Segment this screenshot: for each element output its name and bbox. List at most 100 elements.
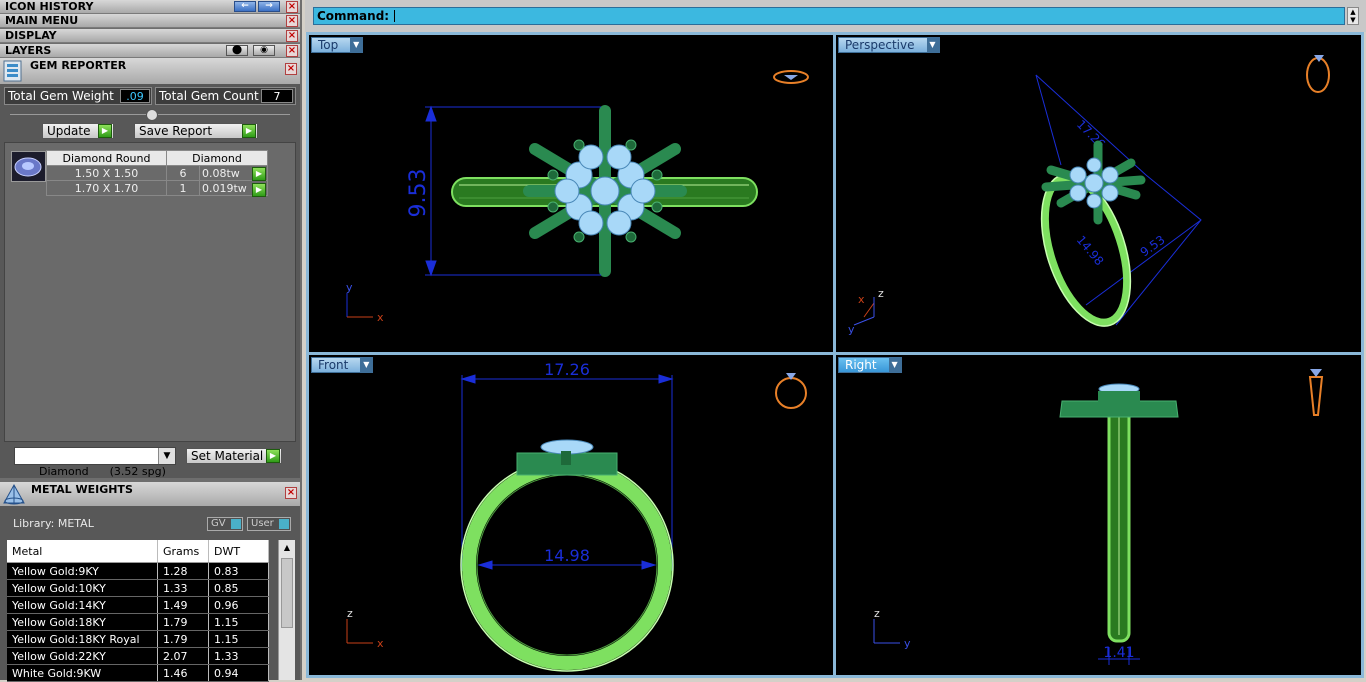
command-scroll-icon[interactable]: ▲ ▼ xyxy=(1347,7,1359,25)
metal-name: Yellow Gold:10KY xyxy=(7,579,158,597)
layer-visibility-icon[interactable]: ⬤ xyxy=(226,45,248,56)
main-menu-title: MAIN MENU xyxy=(5,14,79,27)
chevron-up-icon[interactable]: ▲ xyxy=(281,542,293,554)
metal-weights-titlebar: METAL WEIGHTS × xyxy=(0,482,300,506)
total-weight-value: .09 xyxy=(120,89,150,103)
metal-dwt: 1.15 xyxy=(208,630,269,648)
axis-z-label: z xyxy=(874,607,880,620)
display-title: DISPLAY xyxy=(5,29,57,42)
gem-size: 1.70 X 1.70 xyxy=(46,180,167,196)
table-row[interactable]: Yellow Gold:18KY Royal 1.79 1.15 xyxy=(7,630,269,648)
close-icon[interactable]: × xyxy=(286,1,298,13)
close-icon[interactable]: × xyxy=(286,45,298,57)
metal-name: Yellow Gold:9KY xyxy=(7,562,158,580)
axis-z-label: z xyxy=(347,607,353,620)
metal-grams: 2.07 xyxy=(157,647,209,665)
table-row[interactable]: Yellow Gold:22KY 2.07 1.33 xyxy=(7,647,269,665)
history-forward-icon[interactable]: → xyxy=(258,1,280,12)
metal-grams: 1.28 xyxy=(157,562,209,580)
close-icon[interactable]: × xyxy=(285,487,297,499)
icon-history-header[interactable]: ICON HISTORY ← → × xyxy=(0,0,300,14)
top-viewport[interactable]: Top ▼ 9.53 y x xyxy=(309,35,833,352)
table-row[interactable]: Yellow Gold:18KY 1.79 1.15 xyxy=(7,613,269,631)
set-material-label: Set Material xyxy=(191,449,264,463)
front-viewport[interactable]: Front ▼ 17.26 14.98 z x xyxy=(309,355,833,675)
eye-icon[interactable]: ◉ xyxy=(253,45,275,56)
metal-grams: 1.49 xyxy=(157,596,209,614)
view-cube-ring-icon xyxy=(1308,369,1324,416)
perspective-view-drawing: 17.26 14.98 9.53 x z y xyxy=(848,55,1330,336)
command-bar: Command: ▲ ▼ xyxy=(305,0,1366,32)
update-label: Update xyxy=(47,124,91,138)
close-icon[interactable]: × xyxy=(286,30,298,42)
toggle-indicator-icon xyxy=(231,519,241,529)
table-row[interactable]: Yellow Gold:14KY 1.49 0.96 xyxy=(7,596,269,614)
metal-column-header[interactable]: Metal xyxy=(7,540,158,563)
gem-shape-header: Diamond Round xyxy=(46,150,167,166)
close-icon[interactable]: × xyxy=(286,15,298,27)
gv-toggle[interactable]: GV xyxy=(207,517,243,531)
gem-count: 1 xyxy=(166,180,200,196)
table-row[interactable]: 1.50 X 1.50 6 0.08tw xyxy=(46,165,268,181)
gem-count: 6 xyxy=(166,165,200,181)
total-weight-box: Total Gem Weight .09 xyxy=(4,87,152,105)
axis-y-label: y xyxy=(346,281,353,294)
ring-shank-icon xyxy=(1107,407,1131,643)
metal-grams: 1.79 xyxy=(157,630,209,648)
view-cube-ring-icon xyxy=(773,70,809,84)
toggle-indicator-icon xyxy=(279,519,289,529)
metal-table-scrollbar[interactable]: ▲ xyxy=(278,540,295,680)
history-back-icon[interactable]: ← xyxy=(234,1,256,12)
metal-dwt: 0.94 xyxy=(208,664,269,682)
divider-handle[interactable] xyxy=(146,109,158,121)
update-button[interactable]: Update ▶ xyxy=(42,123,114,139)
metal-weights-icon xyxy=(3,483,25,505)
main-menu-header[interactable]: MAIN MENU × xyxy=(0,14,300,28)
perspective-viewport[interactable]: Perspective ▼ 17.26 14.98 9.53 x z y xyxy=(836,35,1361,352)
top-dimension-label: 9.53 xyxy=(406,169,431,218)
save-report-button[interactable]: Save Report ▶ xyxy=(134,123,258,139)
metal-table-header: Metal Grams DWT xyxy=(7,540,269,563)
axis-x-label: x xyxy=(377,311,384,324)
metal-weights-title: METAL WEIGHTS xyxy=(31,483,133,496)
metal-grams: 1.79 xyxy=(157,613,209,631)
table-row[interactable]: 1.70 X 1.70 1 0.019tw xyxy=(46,180,268,196)
user-label: User xyxy=(251,518,274,529)
dwt-column-header[interactable]: DWT xyxy=(208,540,269,563)
axis-x-label: x xyxy=(858,293,865,306)
scrollbar-thumb[interactable] xyxy=(281,558,293,628)
metal-name: Yellow Gold:22KY xyxy=(7,647,158,665)
library-label: Library: METAL xyxy=(13,517,94,530)
set-material-button[interactable]: Set Material ▶ xyxy=(186,448,282,464)
command-input[interactable]: Command: xyxy=(313,7,1345,25)
table-row[interactable]: Yellow Gold:10KY 1.33 0.85 xyxy=(7,579,269,597)
table-row[interactable]: White Gold:9KW 1.46 0.94 xyxy=(7,664,269,682)
total-count-value: 7 xyxy=(261,89,293,103)
front-width-dimension: 17.26 xyxy=(544,360,590,379)
play-icon: ▶ xyxy=(266,449,280,463)
metal-dwt: 1.33 xyxy=(208,647,269,665)
user-toggle[interactable]: User xyxy=(247,517,291,531)
display-header[interactable]: DISPLAY × xyxy=(0,29,300,43)
metal-name: White Gold:9KW xyxy=(7,664,158,682)
row-select-icon[interactable]: ▶ xyxy=(252,167,266,181)
layers-header[interactable]: LAYERS ⬤ ◉ × xyxy=(0,44,300,58)
right-viewport[interactable]: Right ▼ 1.41 z y xyxy=(836,355,1361,675)
close-icon[interactable]: × xyxy=(285,63,297,75)
metal-weights-panel: METAL WEIGHTS × Library: METAL GV User M… xyxy=(0,482,300,682)
row-select-icon[interactable]: ▶ xyxy=(252,183,266,197)
ring-head-icon xyxy=(1059,383,1179,418)
axis-triad-icon: z x xyxy=(346,607,384,650)
table-row[interactable]: Yellow Gold:9KY 1.28 0.83 xyxy=(7,562,269,580)
chevron-down-icon[interactable]: ▼ xyxy=(158,448,175,464)
gem-cluster-icon xyxy=(1069,157,1119,209)
axis-triad-icon: x z y xyxy=(848,287,884,336)
metal-dwt: 1.15 xyxy=(208,613,269,631)
left-panel: ICON HISTORY ← → × MAIN MENU × DISPLAY ×… xyxy=(0,0,302,682)
right-view-drawing: 1.41 z y xyxy=(873,369,1324,665)
grams-column-header[interactable]: Grams xyxy=(157,540,209,563)
metal-name: Yellow Gold:18KY Royal xyxy=(7,630,158,648)
metal-name: Yellow Gold:18KY xyxy=(7,613,158,631)
text-cursor xyxy=(394,10,395,22)
material-select[interactable]: Diamond (3.52 spg) ▼ xyxy=(14,447,176,478)
